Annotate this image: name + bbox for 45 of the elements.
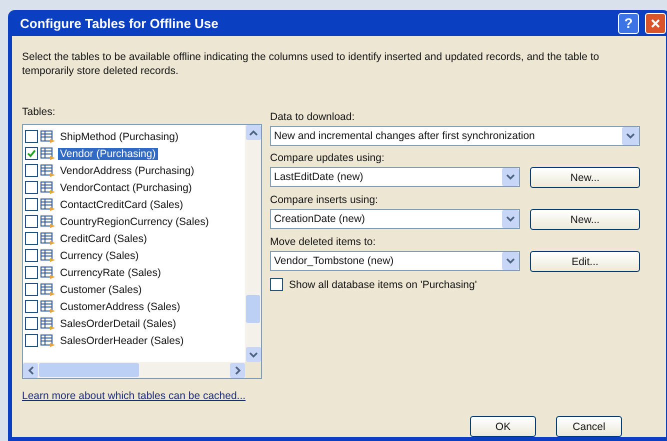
- table-list-item[interactable]: CountryRegionCurrency (Sales): [25, 213, 243, 230]
- cancel-button[interactable]: Cancel: [556, 416, 622, 437]
- field-label: Compare inserts using:: [270, 194, 379, 206]
- table-name: CountryRegionCurrency (Sales): [59, 216, 210, 228]
- table-name: CurrencyRate (Sales): [59, 266, 162, 278]
- table-name: VendorContact (Purchasing): [59, 182, 193, 194]
- table-list-item[interactable]: ShipMethod (Purchasing): [25, 128, 243, 145]
- table-name: ShipMethod (Purchasing): [59, 130, 180, 142]
- action-button[interactable]: New...: [530, 167, 640, 188]
- action-button[interactable]: Edit...: [530, 251, 640, 272]
- help-button[interactable]: ?: [618, 12, 639, 34]
- table-list-item[interactable]: SalesOrderHeader (Sales): [25, 332, 243, 349]
- table-name: CreditCard (Sales): [59, 232, 148, 244]
- dropdown-field[interactable]: LastEditDate (new): [270, 167, 520, 187]
- table-list-item[interactable]: Customer (Sales): [25, 281, 243, 298]
- help-link[interactable]: Learn more about which tables can be cached...: [22, 390, 262, 402]
- table-name: CustomerAddress (Sales): [59, 300, 182, 312]
- table-name: ContactCreditCard (Sales): [59, 198, 184, 210]
- table-name: Vendor (Purchasing): [58, 148, 158, 160]
- table-list-item[interactable]: ContactCreditCard (Sales): [25, 196, 243, 213]
- table-list-item[interactable]: VendorContact (Purchasing): [25, 179, 243, 196]
- table-name: Currency (Sales): [59, 250, 140, 262]
- field-label: Data to download:: [270, 111, 356, 123]
- table-name: VendorAddress (Purchasing): [59, 164, 196, 176]
- dropdown-field[interactable]: CreationDate (new): [270, 209, 520, 229]
- action-button[interactable]: New...: [530, 209, 640, 230]
- field-label: Compare updates using:: [270, 152, 386, 164]
- table-list-item[interactable]: CurrencyRate (Sales): [25, 264, 243, 281]
- window-title: Configure Tables for Offline Use: [20, 16, 220, 30]
- ok-button[interactable]: OK: [470, 416, 536, 437]
- table-list-item[interactable]: SalesOrderDetail (Sales): [25, 315, 243, 332]
- table-list-item[interactable]: CreditCard (Sales): [25, 230, 243, 247]
- field-label: Move deleted items to:: [270, 236, 377, 248]
- table-list-item[interactable]: CustomerAddress (Sales): [25, 298, 243, 315]
- table-list-item[interactable]: VendorAddress (Purchasing): [25, 162, 243, 179]
- table-list-item[interactable]: Vendor (Purchasing): [25, 145, 243, 162]
- table-name: SalesOrderHeader (Sales): [59, 334, 185, 346]
- instructions-text: Select the tables to be available offline indicating the columns used to identify inserted and updated records, and the table to temporarily store deleted records.: [22, 50, 600, 78]
- table-name: Customer (Sales): [59, 284, 143, 296]
- dropdown-field[interactable]: New and incremental changes after first synchronization: [270, 126, 640, 146]
- table-list-item[interactable]: Currency (Sales): [25, 247, 243, 264]
- checkbox-label: Show all database items on 'Purchasing': [289, 278, 477, 290]
- table-name: SalesOrderDetail (Sales): [59, 318, 178, 330]
- tables-label: Tables:: [22, 106, 56, 118]
- dropdown-field[interactable]: Vendor_Tombstone (new): [270, 251, 520, 271]
